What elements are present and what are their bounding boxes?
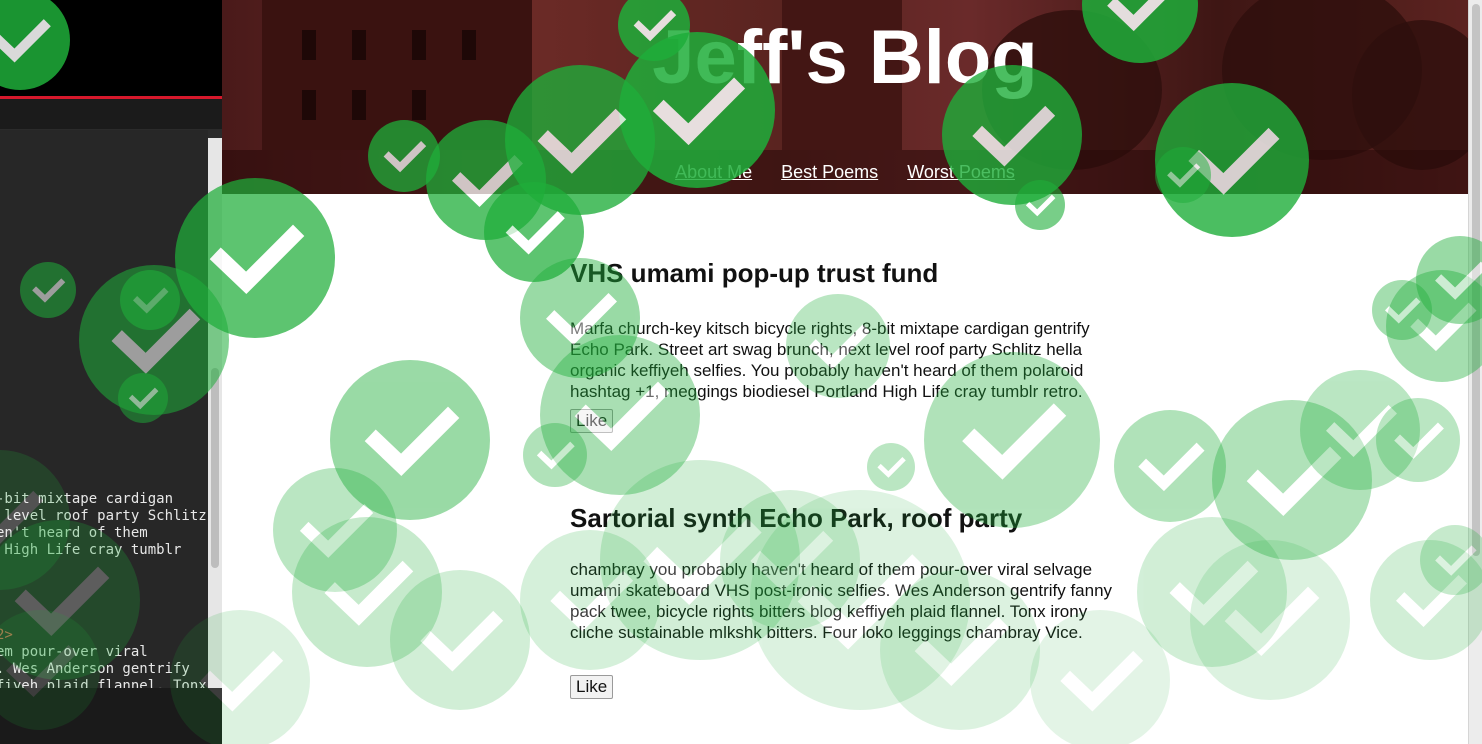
main-nav: About Me Best Poems Worst Poems bbox=[222, 162, 1468, 183]
blog-post: VHS umami pop-up trust fund Marfa church… bbox=[570, 258, 1130, 433]
code-editor-pane: -bit mixtape cardigan level roof party S… bbox=[0, 0, 222, 744]
code-line: en't heard of them bbox=[0, 525, 148, 541]
code-line: em pour-over viral bbox=[0, 644, 148, 660]
code-line: level roof party Schlitz bbox=[0, 508, 207, 524]
post-body: chambray you probably haven't heard of t… bbox=[570, 560, 1113, 642]
editor-code-area[interactable]: -bit mixtape cardigan level roof party S… bbox=[0, 130, 208, 688]
blog-header: Jeff's Blog About Me Best Poems Worst Po… bbox=[222, 0, 1468, 194]
editor-scrollbar[interactable] bbox=[208, 138, 222, 688]
code-line: . Wes Anderson gentrify bbox=[0, 661, 190, 677]
blog-post: Sartorial synth Echo Park, roof party ch… bbox=[570, 503, 1130, 699]
like-button[interactable]: Like bbox=[570, 409, 614, 433]
post-title: VHS umami pop-up trust fund bbox=[570, 258, 939, 288]
editor-scrollbar-thumb[interactable] bbox=[211, 368, 219, 568]
page-scrollbar-thumb[interactable] bbox=[1472, 4, 1480, 556]
post-body: Marfa church-key kitsch bicycle rights, … bbox=[570, 319, 1090, 401]
page-scrollbar[interactable] bbox=[1468, 0, 1482, 744]
nav-link-best-poems[interactable]: Best Poems bbox=[781, 162, 878, 182]
like-button[interactable]: Like bbox=[570, 675, 614, 699]
code-line: fiyeh plaid flannel. Tonx bbox=[0, 678, 207, 688]
post-title: Sartorial synth Echo Park, roof party bbox=[570, 503, 1023, 533]
nav-link-worst-poems[interactable]: Worst Poems bbox=[907, 162, 1015, 182]
code-line-tag: 2> bbox=[0, 627, 13, 643]
blog-page: Jeff's Blog About Me Best Poems Worst Po… bbox=[222, 0, 1468, 744]
blog-title: Jeff's Blog bbox=[652, 15, 1038, 100]
code-line: -bit mixtape cardigan bbox=[0, 491, 174, 507]
nav-link-about-me[interactable]: About Me bbox=[675, 162, 752, 182]
editor-tab-strip bbox=[0, 99, 222, 129]
editor-status-bar bbox=[0, 688, 222, 744]
code-line: High Life cray tumblr bbox=[0, 542, 182, 558]
editor-toolbar bbox=[0, 0, 222, 96]
